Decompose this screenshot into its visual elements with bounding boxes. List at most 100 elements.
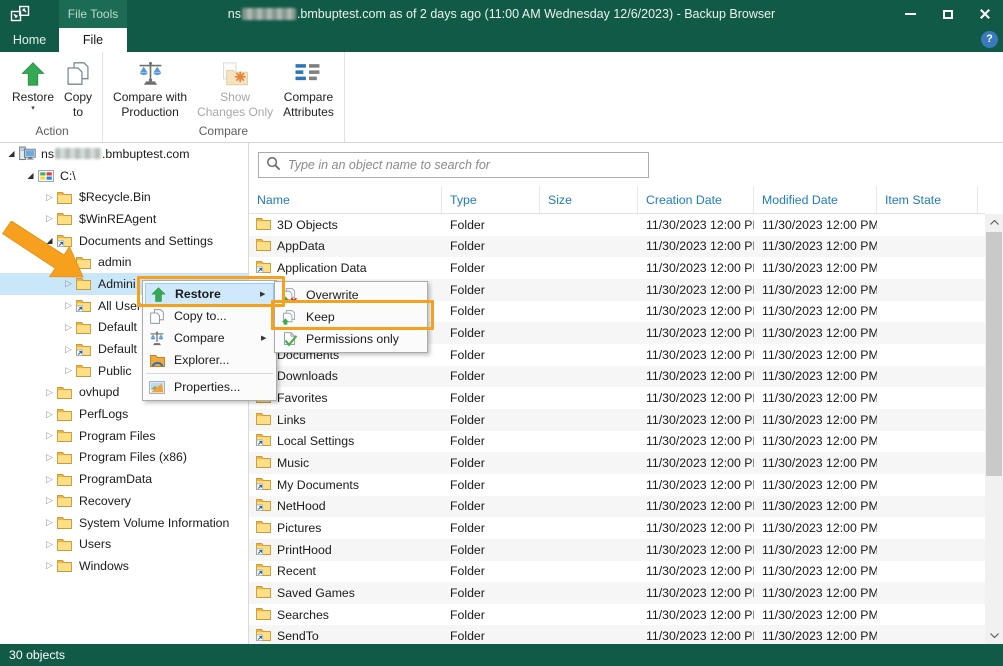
table-row[interactable]: RecentFolder11/30/2023 12:00 PM11/30/202… (249, 561, 985, 583)
expander-collapsed-icon[interactable]: ▷ (42, 409, 57, 420)
column-header-modified-date[interactable]: Modified Date (754, 186, 877, 213)
table-row[interactable]: PicturesFolder11/30/2023 12:00 PM11/30/2… (249, 517, 985, 539)
menu-item-properties[interactable]: Properties... (145, 376, 274, 398)
creation-date-cell: 11/30/2023 12:00 PM (638, 239, 754, 253)
table-row[interactable]: Application DataFolder11/30/2023 12:00 P… (249, 257, 985, 279)
expander-collapsed-icon[interactable]: ▷ (42, 495, 57, 506)
table-row[interactable]: FavoritesFolder11/30/2023 12:00 PM11/30/… (249, 387, 985, 409)
menu-item-compare[interactable]: Compare▶ (145, 327, 274, 349)
expander-collapsed-icon[interactable]: ▷ (61, 322, 76, 333)
expander-expanded-icon[interactable]: ◢ (42, 236, 57, 245)
close-icon (979, 8, 991, 20)
scroll-down-icon[interactable] (985, 627, 1003, 644)
folder-icon (256, 455, 271, 471)
column-header-creation-date[interactable]: Creation Date (638, 186, 754, 213)
search-input[interactable] (288, 158, 641, 172)
tree-item-root[interactable]: ◢ns.bmbuptest.com (0, 143, 248, 165)
minimize-button[interactable] (892, 0, 929, 28)
tree-item-winreagent[interactable]: ▷$WinREAgent (0, 208, 248, 230)
menu-item-permissions-only[interactable]: Permissions only (277, 328, 425, 350)
file-list: 3D ObjectsFolder11/30/2023 12:00 PM11/30… (249, 214, 985, 644)
table-row[interactable]: MusicFolder11/30/2023 12:00 PM11/30/2023… (249, 452, 985, 474)
table-row[interactable]: NetHoodFolder11/30/2023 12:00 PM11/30/20… (249, 496, 985, 518)
type-cell: Folder (442, 543, 540, 557)
table-row[interactable]: My DocumentsFolder11/30/2023 12:00 PM11/… (249, 474, 985, 496)
table-row[interactable]: PrintHoodFolder11/30/2023 12:00 PM11/30/… (249, 539, 985, 561)
table-row[interactable]: SendToFolder11/30/2023 12:00 PM11/30/202… (249, 625, 985, 644)
table-row[interactable]: 3D ObjectsFolder11/30/2023 12:00 PM11/30… (249, 214, 985, 236)
tree-item-recycle-bin[interactable]: ▷$Recycle.Bin (0, 186, 248, 208)
tree-item-program-files-x86[interactable]: ▷Program Files (x86) (0, 447, 248, 469)
expander-collapsed-icon[interactable]: ▷ (42, 192, 57, 203)
folder-icon (57, 212, 76, 225)
tree-item-documents-and-settings[interactable]: ◢Documents and Settings (0, 230, 248, 252)
expander-expanded-icon[interactable]: ◢ (23, 171, 38, 180)
tree-item-programdata[interactable]: ▷ProgramData (0, 468, 248, 490)
table-row[interactable]: Saved GamesFolder11/30/2023 12:00 PM11/3… (249, 582, 985, 604)
tree-item-recovery[interactable]: ▷Recovery (0, 490, 248, 512)
table-row[interactable]: AppDataFolder11/30/2023 12:00 PM11/30/20… (249, 236, 985, 258)
copy-to-button[interactable]: Copy to (59, 53, 97, 119)
ribbon-group-label-action: Action (7, 121, 97, 142)
compare-with-production-button[interactable]: Compare with Production (108, 53, 192, 119)
menu-item-copy-to[interactable]: Copy to... (145, 305, 274, 327)
tree-item-program-files[interactable]: ▷Program Files (0, 425, 248, 447)
menu-item-overwrite[interactable]: Overwrite (277, 284, 425, 306)
tree-item-windows[interactable]: ▷ Windows (0, 555, 248, 577)
expander-collapsed-icon[interactable]: ▷ (42, 539, 57, 550)
search-icon (266, 156, 281, 174)
restore-button[interactable]: Restore ▾ (7, 53, 59, 111)
contextual-tab-file-tools[interactable]: File Tools (59, 0, 127, 28)
tree-item-users[interactable]: ▷Users (0, 533, 248, 555)
creation-date-cell: 11/30/2023 12:00 PM (638, 543, 754, 557)
compare-attributes-label-line1: Compare (284, 91, 333, 104)
maximize-button[interactable] (929, 0, 966, 28)
menu-item-restore[interactable]: Restore▶ (145, 283, 274, 305)
modified-date-cell: 11/30/2023 12:00 PM (754, 283, 877, 297)
menu-item-keep[interactable]: Keep (277, 306, 425, 328)
creation-date-cell: 11/30/2023 12:00 PM (638, 434, 754, 448)
scroll-up-icon[interactable] (985, 214, 1003, 231)
compare-attributes-button[interactable]: Compare Attributes (278, 53, 339, 119)
table-row[interactable]: LinksFolder11/30/2023 12:00 PM11/30/2023… (249, 409, 985, 431)
expander-collapsed-icon[interactable]: ▷ (61, 365, 76, 376)
column-header-name[interactable]: Name (249, 186, 442, 213)
table-row[interactable]: SearchesFolder11/30/2023 12:00 PM11/30/2… (249, 604, 985, 626)
expander-collapsed-icon[interactable]: ▷ (61, 300, 76, 311)
expander-collapsed-icon[interactable]: ▷ (42, 387, 57, 398)
column-header-size[interactable]: Size (540, 186, 638, 213)
tree-item-system-volume-information[interactable]: ▷System Volume Information (0, 512, 248, 534)
close-button[interactable] (966, 0, 1003, 28)
folder-icon (57, 429, 76, 442)
expander-collapsed-icon[interactable]: ▷ (42, 517, 57, 528)
expander-expanded-icon[interactable]: ◢ (4, 149, 19, 158)
table-row[interactable]: DownloadsFolder11/30/2023 12:00 PM11/30/… (249, 366, 985, 388)
expander-collapsed-icon[interactable]: ▷ (42, 213, 57, 224)
column-header-type[interactable]: Type (442, 186, 540, 213)
tree-item-c[interactable]: ◢C:\ (0, 165, 248, 187)
help-button[interactable]: ? (981, 31, 998, 48)
creation-date-cell: 11/30/2023 12:00 PM (638, 261, 754, 275)
vertical-scrollbar[interactable] (985, 214, 1003, 644)
scrollbar-thumb[interactable] (986, 232, 1002, 476)
file-name: My Documents (277, 478, 359, 492)
tree-item-perflogs[interactable]: ▷PerfLogs (0, 403, 248, 425)
tree-item-admin[interactable]: admin (0, 251, 248, 273)
expander-collapsed-icon[interactable]: ▷ (42, 474, 57, 485)
expander-collapsed-icon[interactable]: ▷ (42, 560, 57, 571)
table-row[interactable]: Local SettingsFolder11/30/2023 12:00 PM1… (249, 431, 985, 453)
folder-icon (76, 321, 95, 334)
maximize-icon (943, 10, 953, 19)
modified-date-cell: 11/30/2023 12:00 PM (754, 391, 877, 405)
tree-item-label: Windows (76, 559, 129, 573)
name-cell: Favorites (249, 390, 442, 406)
menu-item-explorer[interactable]: Explorer... (145, 349, 274, 371)
copy-icon (145, 309, 169, 324)
expander-collapsed-icon[interactable]: ▷ (61, 278, 76, 289)
expander-collapsed-icon[interactable]: ▷ (61, 344, 76, 355)
tab-file[interactable]: File (59, 28, 127, 52)
expander-collapsed-icon[interactable]: ▷ (42, 430, 57, 441)
column-header-item-state[interactable]: Item State (877, 186, 978, 213)
expander-collapsed-icon[interactable]: ▷ (42, 452, 57, 463)
tab-home[interactable]: Home (0, 28, 59, 52)
